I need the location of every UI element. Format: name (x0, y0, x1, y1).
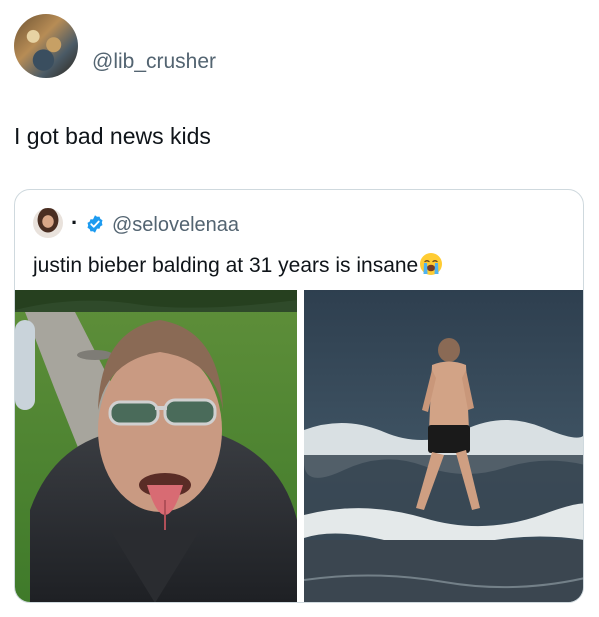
author-avatar[interactable] (14, 14, 78, 78)
tweet-text: I got bad news kids (14, 123, 211, 149)
quoted-author-handle[interactable]: @selovelenaa (112, 214, 239, 236)
selfie-image (15, 290, 297, 602)
loudly-crying-face-icon (420, 253, 443, 275)
verified-badge-icon (87, 215, 103, 233)
beach-image (304, 290, 583, 602)
photo-beach[interactable] (304, 290, 583, 602)
quoted-tweet-card[interactable]: . @selovelenaa justin bieber balding at … (14, 189, 584, 603)
quoted-author-avatar[interactable] (33, 208, 63, 238)
quoted-tweet-text-content: justin bieber balding at 31 years is ins… (33, 254, 419, 277)
quoted-author-name[interactable]: . (71, 204, 77, 230)
author-handle[interactable]: @lib_crusher (92, 50, 216, 74)
quoted-tweet-text: justin bieber balding at 31 years is ins… (33, 252, 443, 279)
photo-selfie[interactable] (15, 290, 297, 602)
